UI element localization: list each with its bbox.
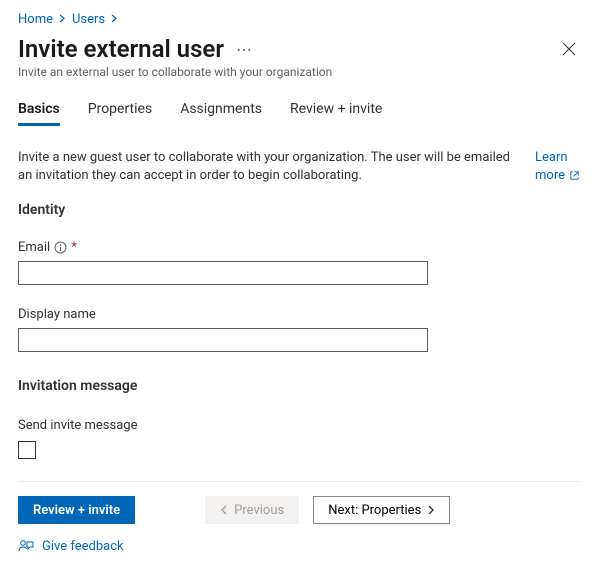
description-row: Invite a new guest user to collaborate w… [18,149,580,184]
give-feedback-text: Give feedback [42,539,124,554]
display-name-label: Display name [18,307,580,322]
page-title: Invite external user [18,35,224,63]
email-label: Email * [18,240,580,255]
identity-heading: Identity [18,202,580,218]
chevron-right-icon [111,14,118,26]
breadcrumb: Home Users [18,12,580,27]
title-row: Invite external user ⋯ [18,35,580,63]
close-icon[interactable] [558,38,580,60]
external-link-icon [569,170,580,181]
email-field[interactable] [18,261,428,285]
tab-assignments[interactable]: Assignments [180,101,262,126]
send-invite-label: Send invite message [18,418,580,433]
send-invite-label-text: Send invite message [18,418,138,433]
tab-review-invite[interactable]: Review + invite [290,101,382,126]
invitation-heading: Invitation message [18,378,580,394]
previous-button: Previous [205,496,299,524]
learn-more-text-line2: more [535,167,565,185]
required-asterisk: * [71,240,77,255]
tabs: Basics Properties Assignments Review + i… [18,101,580,127]
footer-separator [18,481,580,482]
tab-basics[interactable]: Basics [18,101,60,126]
send-invite-checkbox[interactable] [18,441,36,459]
next-button-label: Next: Properties [328,503,421,518]
learn-more-text-line1: Learn [535,149,568,167]
next-button[interactable]: Next: Properties [313,496,450,524]
breadcrumb-users[interactable]: Users [72,12,105,27]
feedback-icon [18,538,34,554]
review-invite-button[interactable]: Review + invite [18,496,135,524]
chevron-right-icon [427,505,435,515]
email-label-text: Email [18,240,50,255]
learn-more-link[interactable]: Learn more [535,149,580,184]
display-name-field[interactable] [18,328,428,352]
give-feedback-link[interactable]: Give feedback [18,538,580,554]
display-name-label-text: Display name [18,307,96,322]
chevron-left-icon [220,505,228,515]
previous-button-label: Previous [234,503,284,518]
info-icon[interactable] [54,241,67,254]
footer-buttons: Review + invite Previous Next: Propertie… [18,496,580,524]
chevron-right-icon [59,14,66,26]
tab-properties[interactable]: Properties [88,101,152,126]
page-subtitle: Invite an external user to collaborate w… [18,65,580,79]
breadcrumb-home[interactable]: Home [18,12,53,27]
description-text: Invite a new guest user to collaborate w… [18,149,517,184]
more-actions-icon[interactable]: ⋯ [236,40,253,59]
